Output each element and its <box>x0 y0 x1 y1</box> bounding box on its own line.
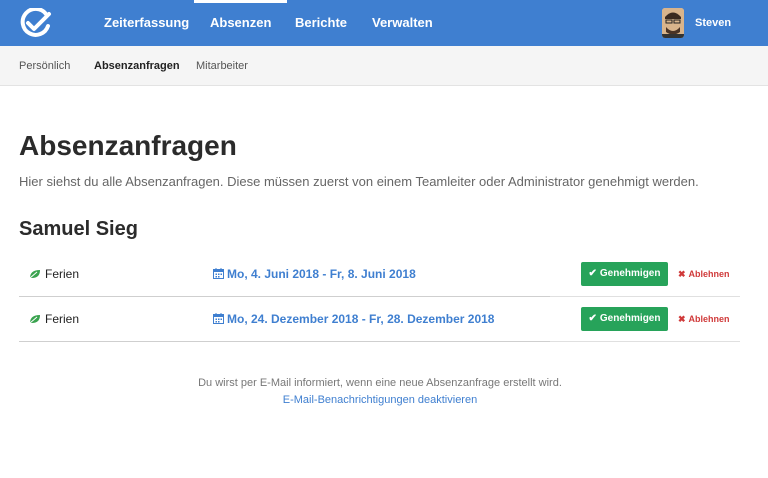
nav-zeiterfassung[interactable]: Zeiterfassung <box>104 0 189 46</box>
calendar-icon <box>213 313 224 325</box>
nav-berichte[interactable]: Berichte <box>295 0 347 46</box>
absence-request-row: Ferien Mo, 4. Juni 2018 - Fr, 8. Juni 20… <box>19 252 740 297</box>
leaf-icon <box>29 269 40 279</box>
approve-label: Genehmigen <box>599 313 661 324</box>
close-icon: ✖ <box>678 314 686 324</box>
calendar-icon <box>213 268 224 280</box>
absence-request-row: Ferien Mo, 24. Dezember 2018 - Fr, 28. D… <box>19 297 740 342</box>
approve-label: Genehmigen <box>599 268 661 279</box>
row-divider <box>550 341 740 342</box>
approve-button[interactable]: ✔ Genehmigen <box>581 307 668 331</box>
reject-button[interactable]: ✖ Ablehnen <box>678 262 730 286</box>
check-icon: ✔ <box>588 313 597 324</box>
absence-type: Ferien <box>29 252 79 296</box>
close-icon: ✖ <box>678 269 686 279</box>
absence-type-label: Ferien <box>45 267 80 281</box>
email-notice: Du wirst per E-Mail informiert, wenn ein… <box>198 377 562 389</box>
user-name[interactable]: Steven <box>695 0 731 46</box>
reject-button[interactable]: ✖ Ablehnen <box>678 307 730 331</box>
leaf-icon <box>29 314 40 324</box>
date-range-link[interactable]: Mo, 4. Juni 2018 - Fr, 8. Juni 2018 <box>213 252 416 296</box>
subnav-absenzanfragen[interactable]: Absenzanfragen <box>94 46 180 86</box>
row-divider <box>19 341 550 342</box>
page-title: Absenzanfragen <box>19 130 237 161</box>
sub-navbar: Persönlich Absenzanfragen Mitarbeiter <box>0 46 768 86</box>
approve-button[interactable]: ✔ Genehmigen <box>581 262 668 286</box>
check-icon: ✔ <box>588 268 597 279</box>
user-avatar[interactable] <box>662 8 684 38</box>
reject-label: Ablehnen <box>688 269 730 279</box>
person-name: Samuel Sieg <box>19 218 138 240</box>
nav-absenzen[interactable]: Absenzen <box>193 0 288 46</box>
disable-notifications-link[interactable]: E-Mail-Benachrichtigungen deaktivieren <box>0 394 760 406</box>
date-range-label: Mo, 4. Juni 2018 - Fr, 8. Juni 2018 <box>227 267 416 281</box>
absence-type: Ferien <box>29 297 79 341</box>
date-range-link[interactable]: Mo, 24. Dezember 2018 - Fr, 28. Dezember… <box>213 297 494 341</box>
checkmark-circle-logo[interactable] <box>16 8 58 38</box>
page-description: Hier siehst du alle Absenzanfragen. Dies… <box>19 174 699 189</box>
subnav-persoenlich[interactable]: Persönlich <box>19 46 70 86</box>
absence-type-label: Ferien <box>45 312 80 326</box>
reject-label: Ablehnen <box>688 314 730 324</box>
top-navbar: Zeiterfassung Absenzen Berichte Verwalte… <box>0 0 768 46</box>
nav-verwalten[interactable]: Verwalten <box>372 0 433 46</box>
date-range-label: Mo, 24. Dezember 2018 - Fr, 28. Dezember… <box>227 312 495 326</box>
subnav-mitarbeiter[interactable]: Mitarbeiter <box>196 46 248 86</box>
